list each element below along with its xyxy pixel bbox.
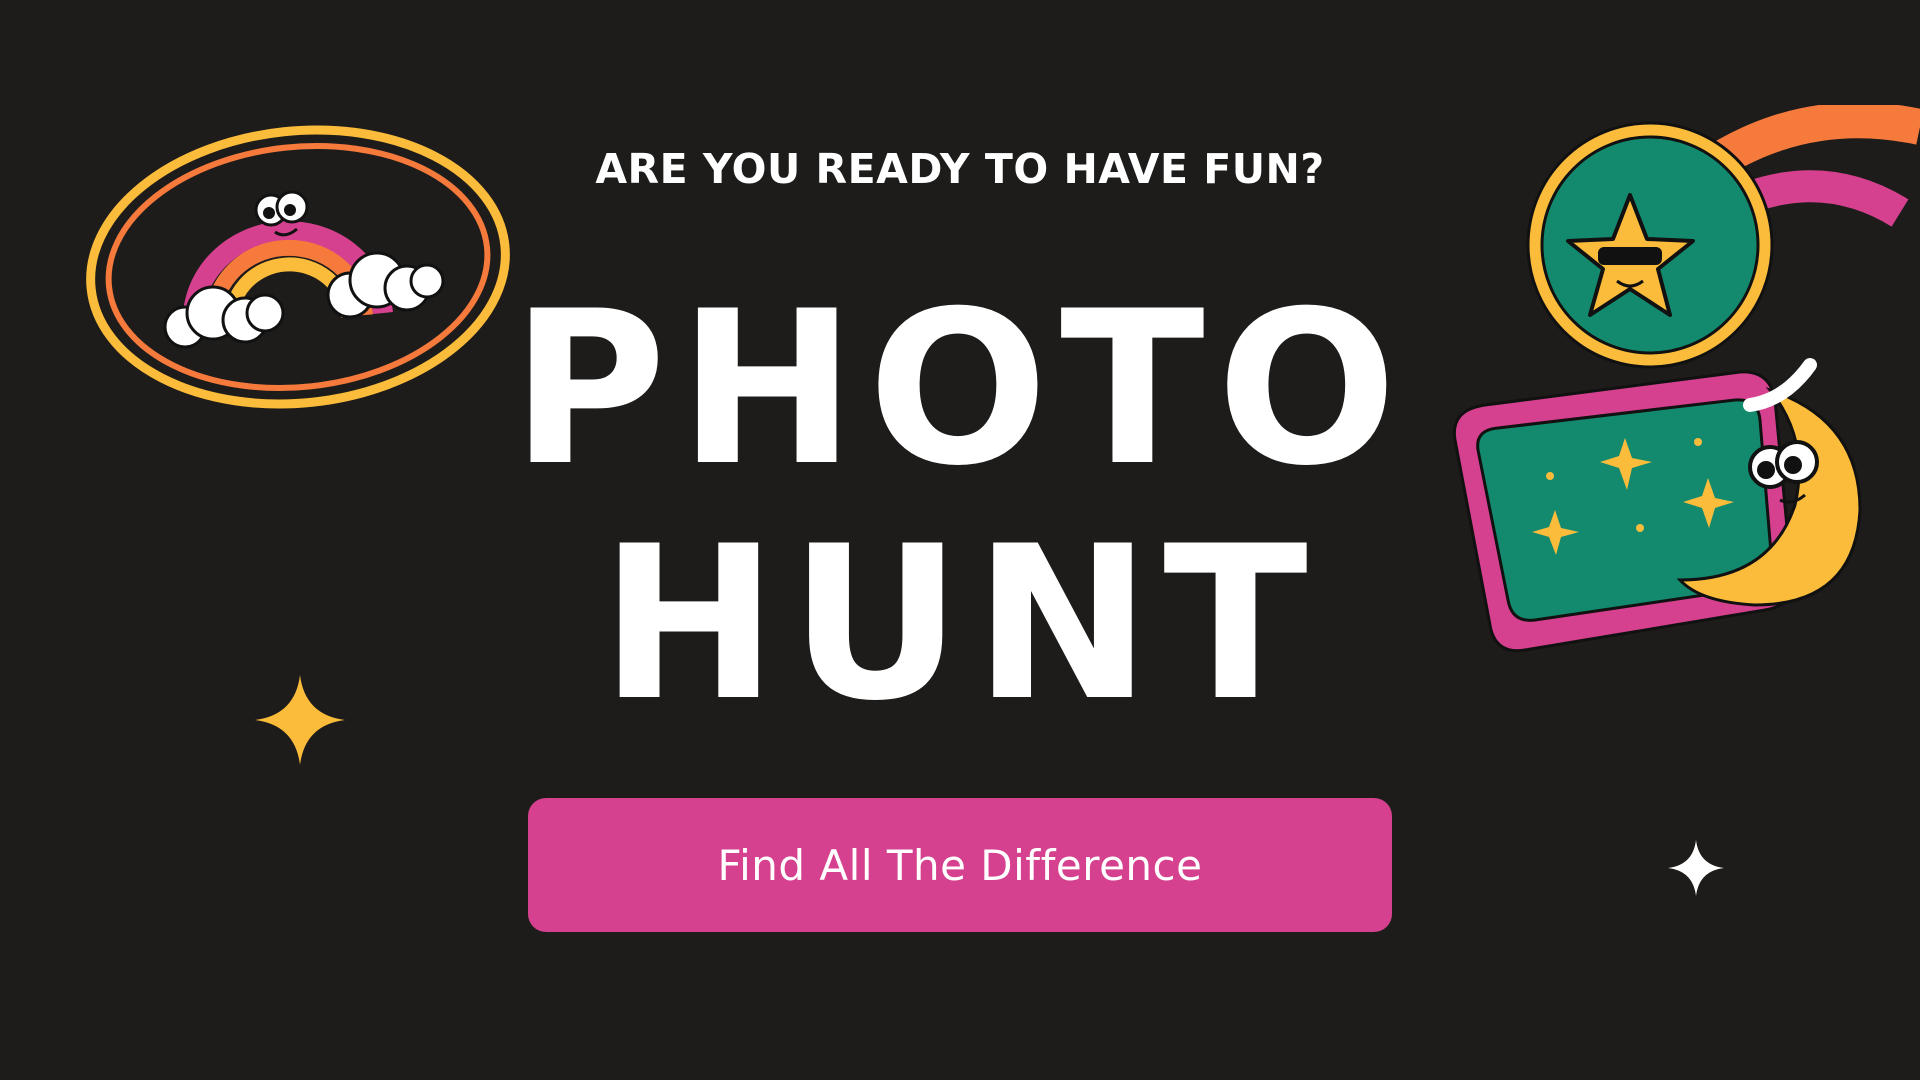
title-line-1: PHOTO xyxy=(511,265,1409,512)
sparkle-icon-white xyxy=(1668,840,1724,896)
find-difference-button[interactable]: Find All The Difference xyxy=(528,798,1392,932)
game-title-screen: ARE YOU READY TO HAVE FUN? PHOTO HUNT Fi… xyxy=(0,0,1920,1080)
title-line-2: HUNT xyxy=(600,500,1320,747)
tagline: ARE YOU READY TO HAVE FUN? xyxy=(595,145,1325,193)
